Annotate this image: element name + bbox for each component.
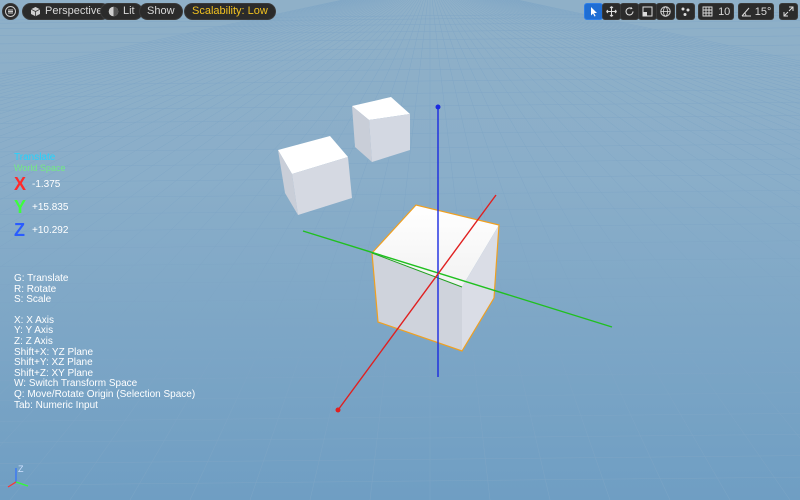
transform-hud: Translate World Space X -1.375 Y +15.835…: [14, 152, 68, 242]
hud-z-value: +10.292: [32, 225, 69, 236]
shortcut-line: G: Translate: [14, 273, 69, 284]
maximize-icon: [783, 6, 794, 17]
hud-x-letter: X: [14, 174, 27, 194]
perspective-button[interactable]: Perspective: [22, 3, 111, 20]
translate-tool-button[interactable]: [602, 3, 621, 20]
cube-back[interactable]: [352, 97, 410, 162]
perspective-label: Perspective: [45, 5, 103, 17]
surface-snap-button[interactable]: [676, 3, 695, 20]
hud-z-letter: Z: [14, 220, 25, 240]
shortcut-line: S: Scale: [14, 294, 52, 306]
grid-snap-value: 10: [718, 5, 731, 18]
rotation-snap-value: 15°: [754, 5, 772, 18]
select-tool-icon: [591, 7, 597, 17]
hud-x-row: X -1.375: [14, 173, 68, 196]
grid-snap-button[interactable]: 10: [698, 3, 734, 20]
hud-y-value: +15.835: [32, 202, 69, 213]
viewport-menu-button[interactable]: [2, 3, 19, 20]
shortcut-line: Tab: Numeric Input: [14, 399, 98, 411]
lit-button[interactable]: Lit: [100, 3, 143, 20]
rotate-tool-icon: [625, 6, 634, 16]
hud-y-letter: Y: [14, 197, 27, 217]
show-button[interactable]: Show: [139, 3, 183, 20]
scalability-button[interactable]: Scalability: Low: [184, 3, 276, 20]
world-space-icon: [660, 6, 671, 17]
lit-sphere-icon: [108, 6, 119, 17]
scalability-label: Scalability: Low: [192, 5, 268, 17]
hamburger-icon: [5, 6, 16, 17]
corner-z-label: Z: [18, 464, 24, 474]
translate-tool-icon: [606, 6, 617, 17]
maximize-viewport-button[interactable]: [779, 3, 798, 20]
angle-snap-icon: [741, 7, 751, 17]
gizmo-z-handle: [435, 104, 441, 110]
show-label: Show: [147, 5, 175, 17]
rotation-snap-button[interactable]: 15°: [738, 3, 774, 20]
cube-back-left[interactable]: [278, 136, 352, 215]
hud-x-value: -1.375: [32, 179, 61, 190]
3d-viewport[interactable]: Perspective Lit Show Scalability: Low 10…: [0, 0, 800, 500]
grid-snap-icon: [702, 6, 713, 17]
hud-submode: World Space: [14, 163, 66, 173]
shortcut-help: G: Translate R: Rotate S: Scale X: X Axi…: [14, 273, 196, 411]
lit-label: Lit: [123, 5, 135, 17]
scale-tool-button[interactable]: [638, 3, 657, 20]
hud-z-row: Z +10.292: [14, 219, 68, 242]
rotate-tool-button[interactable]: [620, 3, 639, 20]
surface-snap-icon: [681, 7, 690, 16]
shortcut-line: Q: Move/Rotate Origin (Selection Space): [14, 388, 196, 400]
hud-y-row: Y +15.835: [14, 196, 68, 219]
world-axes-indicator: Z: [7, 464, 29, 488]
world-space-button[interactable]: [656, 3, 675, 20]
shortcut-line: Z: Z Axis: [14, 335, 53, 347]
gizmo-x-handle: [335, 407, 341, 413]
select-tool-button[interactable]: [584, 3, 603, 20]
cube-icon: [30, 7, 41, 17]
hud-mode: Translate: [14, 152, 56, 163]
scene-canvas[interactable]: [0, 0, 800, 500]
scale-tool-icon: [642, 6, 653, 17]
